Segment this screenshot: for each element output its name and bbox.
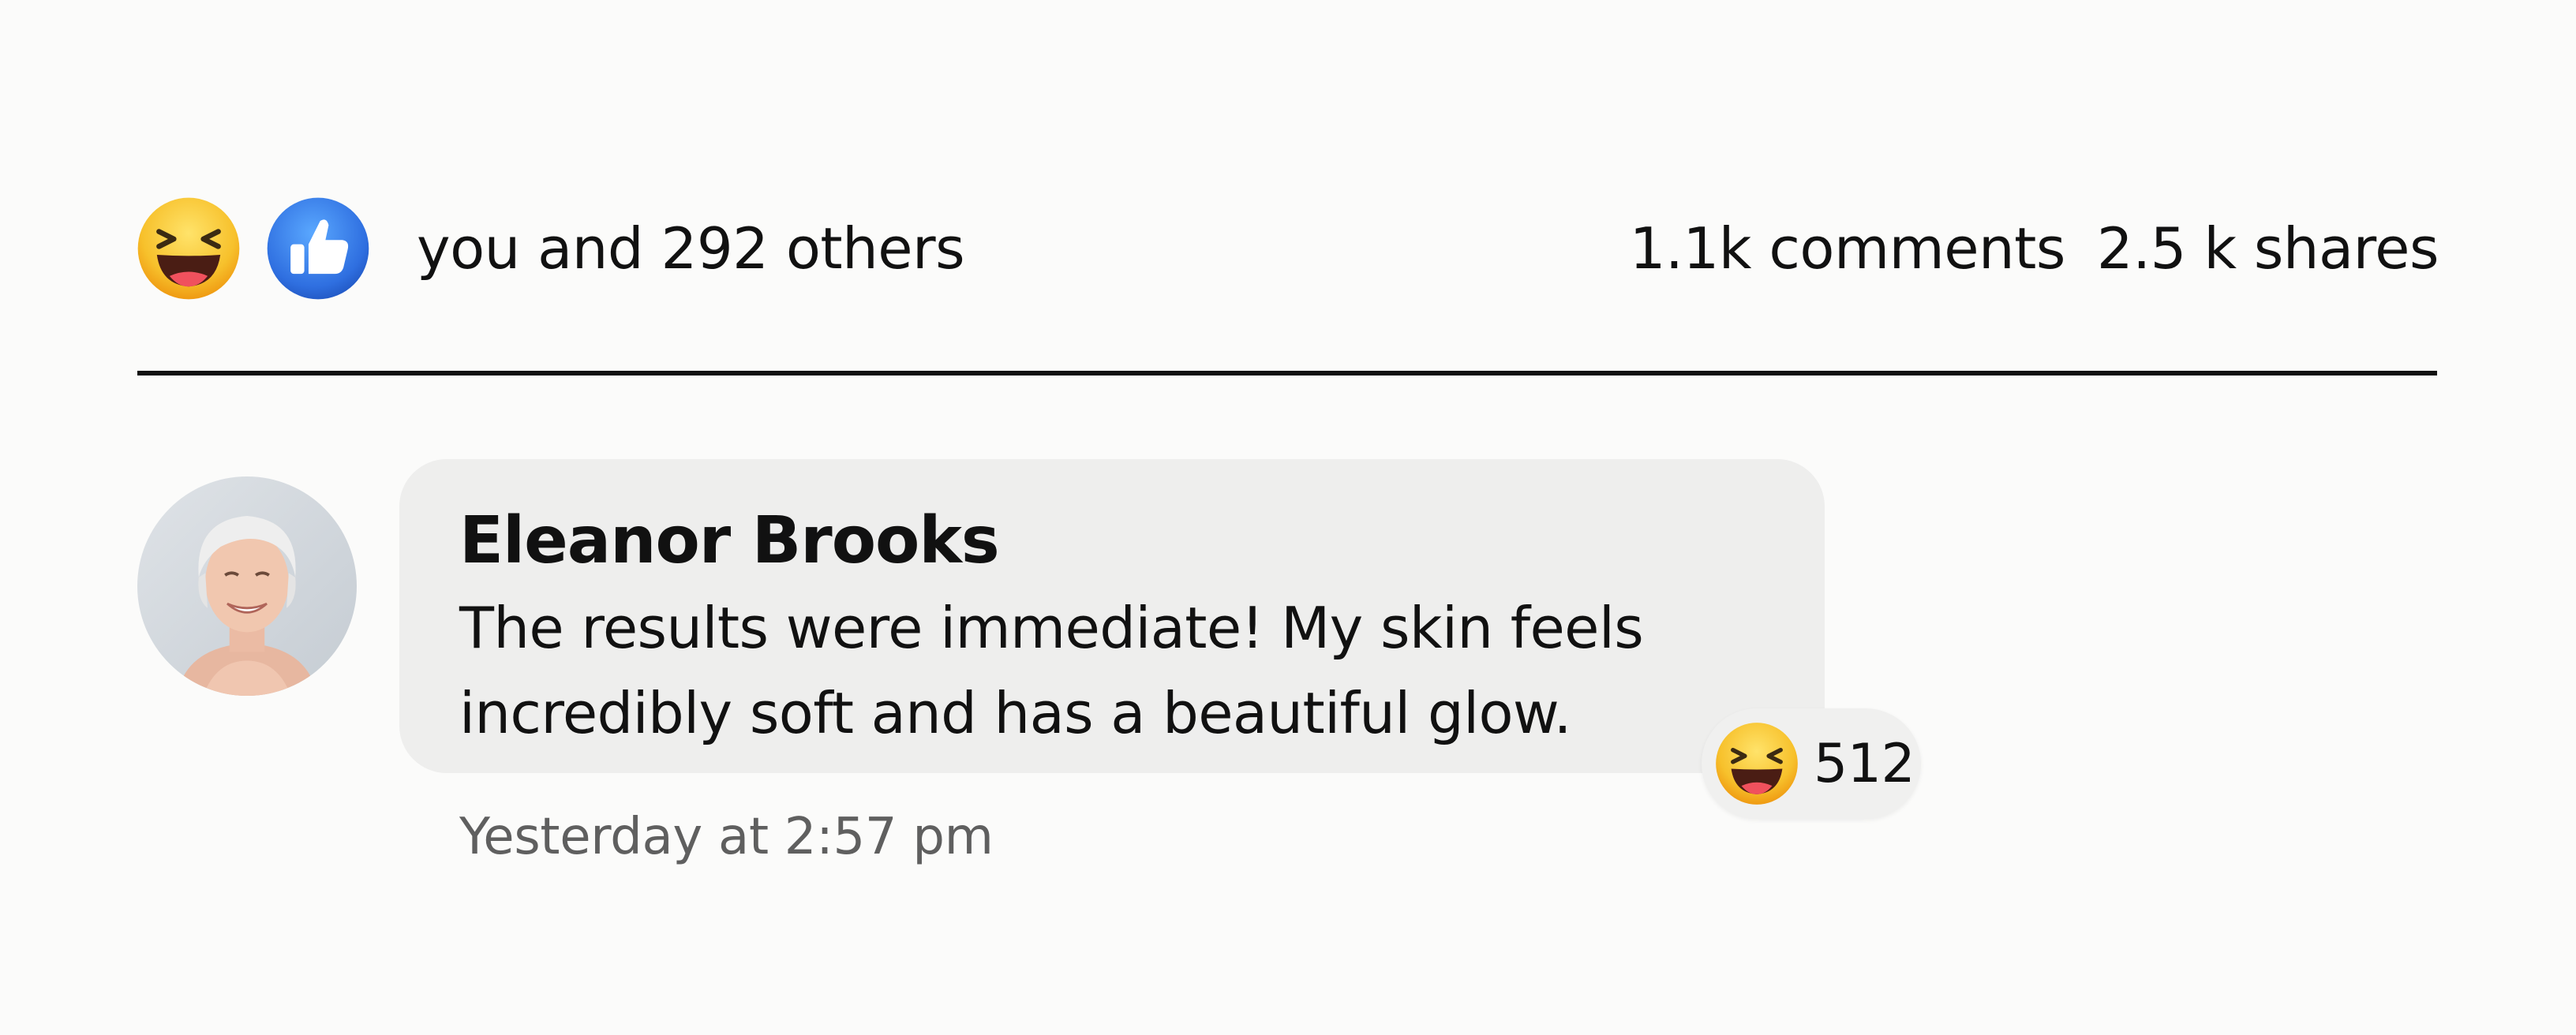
comment-text-line: incredibly soft and has a beautiful glow… xyxy=(459,680,1572,746)
comment-text: The results were immediate! My skin feel… xyxy=(459,585,1769,756)
comment-author-name[interactable]: Eleanor Brooks xyxy=(459,497,1825,585)
reaction-icons[interactable] xyxy=(136,194,373,303)
comments-count-link[interactable]: 1.1k comments xyxy=(1630,215,2066,282)
comment-timestamp[interactable]: Yesterday at 2:57 pm xyxy=(459,808,994,866)
engagement-counts: 1.1k comments 2.5 k shares xyxy=(1630,194,2439,303)
comment-text-line: The results were immediate! My skin feel… xyxy=(459,595,1644,661)
haha-emoji-icon xyxy=(1714,721,1799,806)
section-divider xyxy=(137,371,2437,376)
like-thumb-icon[interactable] xyxy=(265,196,371,301)
shares-count-link[interactable]: 2.5 k shares xyxy=(2097,215,2439,282)
comment-reaction-badge[interactable]: 512 xyxy=(1702,708,1921,819)
haha-emoji-icon[interactable] xyxy=(136,196,242,301)
post-stats-bar: you and 292 others 1.1k comments 2.5 k s… xyxy=(136,194,2439,303)
reaction-count: 512 xyxy=(1814,732,1915,795)
avatar[interactable] xyxy=(137,476,357,696)
avatar-portrait-image xyxy=(137,476,357,696)
reaction-summary-text[interactable]: you and 292 others xyxy=(417,194,965,303)
comment-bubble: Eleanor Brooks The results were immediat… xyxy=(399,459,1825,773)
